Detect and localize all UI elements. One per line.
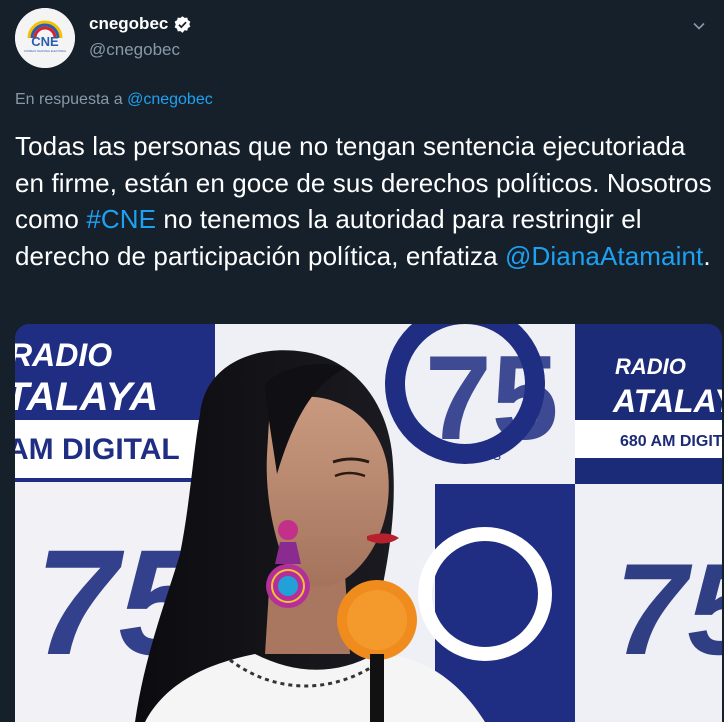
banner-right-number: 75 [615, 536, 722, 682]
cne-logo-icon: CNE CONSEJO NACIONAL ELECTORAL [15, 8, 75, 68]
author-handle[interactable]: @cnegobec [89, 40, 192, 60]
banner-right-line1: RADIO [615, 354, 686, 379]
avatar[interactable]: CNE CONSEJO NACIONAL ELECTORAL [15, 8, 75, 68]
reply-mention-link[interactable]: @cnegobec [127, 91, 213, 108]
hashtag-link[interactable]: #CNE [86, 204, 156, 234]
reply-context: En respuesta a @cnegobec [15, 91, 213, 109]
display-name-row[interactable]: cnegobec [89, 14, 192, 34]
chevron-down-icon[interactable] [691, 18, 707, 34]
avatar-logo-text: CNE [31, 34, 59, 49]
tweet-text: Todas las personas que no tengan sentenc… [15, 128, 715, 274]
tweet-header: CNE CONSEJO NACIONAL ELECTORAL cnegobec … [15, 8, 715, 70]
banner-left-line3: AM DIGITAL [15, 433, 180, 466]
anos-label: AÑOS [467, 449, 501, 463]
verified-badge-icon [175, 15, 191, 33]
tweet-text-part3: . [703, 240, 711, 271]
banner-right-line2: ATALAYA [612, 383, 722, 419]
banner-left-line1: RADIO [15, 337, 112, 373]
banner-right-line3: 680 AM DIGITAL [620, 433, 722, 450]
banner-left-line2: ATALAYA [15, 375, 158, 419]
author-names: cnegobec @cnegobec [89, 14, 192, 60]
avatar-logo-subtext: CONSEJO NACIONAL ELECTORAL [24, 49, 67, 53]
middle-logo-number: 75 [425, 331, 558, 465]
mention-link[interactable]: @DianaAtamaint [505, 241, 703, 271]
reply-prefix: En respuesta a [15, 91, 123, 108]
photo-illustration: RADIO ATALAYA AM DIGITAL 75 75 AÑOS RADI… [15, 324, 722, 722]
tweet-media-photo[interactable]: RADIO ATALAYA AM DIGITAL 75 75 AÑOS RADI… [15, 324, 722, 722]
display-name[interactable]: cnegobec [89, 14, 168, 34]
